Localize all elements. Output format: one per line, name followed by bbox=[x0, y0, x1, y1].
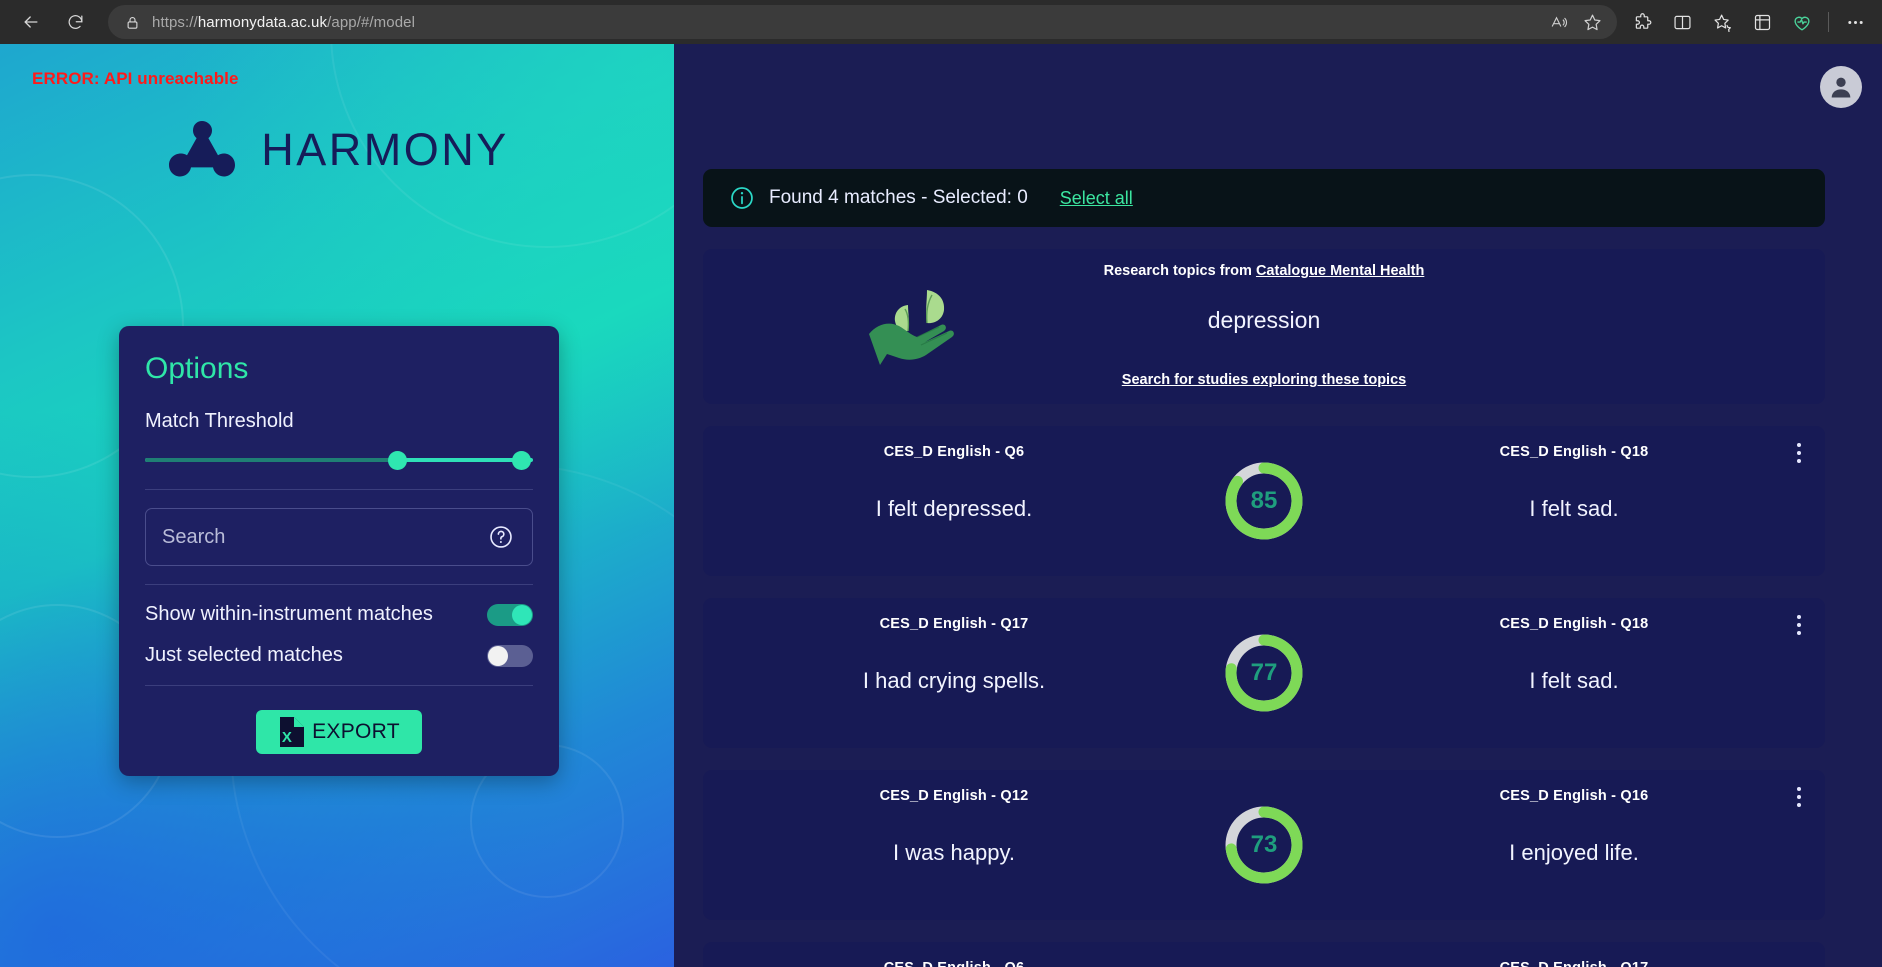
help-circle-icon[interactable] bbox=[486, 522, 516, 552]
star-icon[interactable] bbox=[1577, 7, 1607, 37]
question-id-right: CES_D English - Q18 bbox=[1499, 616, 1649, 632]
export-row: X EXPORT bbox=[145, 704, 533, 754]
match-card[interactable]: CES_D English - Q12 I was happy. 73 CES_… bbox=[703, 770, 1825, 920]
select-all-link[interactable]: Select all bbox=[1060, 188, 1133, 209]
question-id-left: CES_D English - Q12 bbox=[879, 788, 1029, 804]
api-error-message: ERROR: API unreachable bbox=[32, 69, 239, 88]
match-right-column: CES_D English - Q17 bbox=[1359, 942, 1789, 967]
match-score-value: 73 bbox=[1250, 831, 1278, 858]
excel-file-icon: X bbox=[278, 717, 305, 747]
match-card[interactable]: CES_D English - Q6 CES_D English - Q17 bbox=[703, 942, 1825, 967]
card-menu-icon[interactable] bbox=[1787, 440, 1811, 466]
search-studies-link[interactable]: Search for studies exploring these topic… bbox=[703, 372, 1825, 388]
right-panel: Found 4 matches - Selected: 0 Select all… bbox=[674, 44, 1882, 967]
match-left-column: CES_D English - Q12 I was happy. bbox=[739, 770, 1169, 866]
match-left-column: CES_D English - Q6 I felt depressed. bbox=[739, 426, 1169, 522]
toggle-knob bbox=[512, 604, 532, 625]
match-card[interactable]: CES_D English - Q6 I felt depressed. 85 … bbox=[703, 426, 1825, 576]
search-field-wrapper[interactable]: Search bbox=[145, 508, 533, 566]
question-text-left: I was happy. bbox=[893, 840, 1015, 865]
harmony-logo-text: HARMONY bbox=[261, 124, 509, 175]
topic-name: depression bbox=[1207, 307, 1321, 333]
toolbar-divider bbox=[1828, 12, 1829, 32]
toggle-label-within-instrument: Show within-instrument matches bbox=[145, 603, 433, 625]
research-topics-heading-prefix: Research topics from bbox=[1103, 263, 1256, 279]
card-menu-icon[interactable] bbox=[1787, 784, 1811, 810]
toggle-just-selected-matches[interactable] bbox=[487, 644, 533, 667]
search-input[interactable]: Search bbox=[162, 526, 486, 549]
match-score-dial: 85 bbox=[1220, 457, 1308, 545]
research-topics-heading: Research topics from Catalogue Mental He… bbox=[703, 263, 1825, 279]
slider-thumb-upper[interactable] bbox=[512, 451, 532, 470]
svg-text:X: X bbox=[282, 729, 292, 746]
ellipsis-icon[interactable] bbox=[1836, 5, 1874, 39]
slider-filled-range bbox=[145, 458, 398, 462]
match-score-dial: 73 bbox=[1220, 801, 1308, 889]
browser-toolbar: https://harmonydata.ac.uk/app/#/model bbox=[0, 0, 1882, 44]
toggle-row-within-instrument: Show within-instrument matches bbox=[145, 603, 533, 626]
page-content: ERROR: API unreachable HARMONY Options M… bbox=[0, 44, 1882, 967]
browser-essentials-icon[interactable] bbox=[1783, 5, 1821, 39]
match-left-column: CES_D English - Q6 bbox=[739, 942, 1169, 967]
question-id-right: CES_D English - Q16 bbox=[1499, 788, 1649, 804]
question-text-right: I felt sad. bbox=[1529, 668, 1619, 693]
catalogue-mental-health-link[interactable]: Catalogue Mental Health bbox=[1256, 263, 1424, 279]
match-right-column: CES_D English - Q18 I felt sad. bbox=[1359, 426, 1789, 522]
toggle-within-instrument-matches[interactable] bbox=[487, 603, 533, 626]
match-right-column: CES_D English - Q18 I felt sad. bbox=[1359, 598, 1789, 694]
info-icon bbox=[729, 185, 755, 211]
avatar[interactable] bbox=[1820, 66, 1862, 108]
split-screen-icon[interactable] bbox=[1663, 5, 1701, 39]
export-button[interactable]: X EXPORT bbox=[256, 710, 422, 754]
question-id-left: CES_D English - Q17 bbox=[879, 616, 1029, 632]
left-panel: ERROR: API unreachable HARMONY Options M… bbox=[0, 44, 674, 967]
match-threshold-label: Match Threshold bbox=[145, 410, 294, 432]
match-right-column: CES_D English - Q16 I enjoyed life. bbox=[1359, 770, 1789, 866]
address-bar[interactable]: https://harmonydata.ac.uk/app/#/model bbox=[108, 5, 1617, 39]
puzzle-piece-icon[interactable] bbox=[1623, 5, 1661, 39]
question-id-left: CES_D English - Q6 bbox=[739, 960, 1169, 967]
matches-banner: Found 4 matches - Selected: 0 Select all bbox=[703, 169, 1825, 227]
export-button-label: EXPORT bbox=[312, 720, 400, 743]
match-card[interactable]: CES_D English - Q17 I had crying spells.… bbox=[703, 598, 1825, 748]
question-id-right: CES_D English - Q18 bbox=[1499, 444, 1649, 460]
card-menu-icon[interactable] bbox=[1787, 612, 1811, 638]
lock-icon bbox=[122, 12, 142, 32]
divider bbox=[145, 489, 533, 490]
reload-icon[interactable] bbox=[58, 5, 92, 39]
matches-count-text: Found 4 matches - Selected: 0 bbox=[769, 187, 1028, 208]
read-aloud-icon[interactable] bbox=[1543, 7, 1573, 37]
match-score-value: 77 bbox=[1250, 659, 1278, 686]
question-text-left: I felt depressed. bbox=[875, 496, 1033, 521]
match-left-column: CES_D English - Q17 I had crying spells. bbox=[739, 598, 1169, 694]
harmony-logo: HARMONY bbox=[0, 106, 674, 194]
toggle-label-just-selected: Just selected matches bbox=[145, 644, 343, 666]
collections-icon[interactable] bbox=[1743, 5, 1781, 39]
match-score-dial: 77 bbox=[1220, 629, 1308, 717]
harmony-mark-icon bbox=[165, 115, 239, 186]
url-text: https://harmonydata.ac.uk/app/#/model bbox=[152, 13, 416, 31]
browser-tool-icons bbox=[1623, 5, 1874, 39]
match-score-value: 85 bbox=[1250, 487, 1278, 514]
results-area: Found 4 matches - Selected: 0 Select all… bbox=[703, 169, 1825, 967]
question-text-left: I had crying spells. bbox=[862, 668, 1046, 693]
toggle-knob bbox=[488, 645, 508, 666]
question-text-right: I felt sad. bbox=[1529, 496, 1619, 521]
match-threshold-slider[interactable] bbox=[145, 449, 533, 471]
question-text-right: I enjoyed life. bbox=[1509, 840, 1639, 865]
divider bbox=[145, 685, 533, 686]
toggle-row-just-selected: Just selected matches bbox=[145, 644, 533, 667]
divider bbox=[145, 584, 533, 585]
options-panel: Options Match Threshold Search Show with… bbox=[119, 326, 559, 776]
favorites-star-icon[interactable] bbox=[1703, 5, 1741, 39]
back-arrow-icon[interactable] bbox=[14, 5, 48, 39]
options-title: Options bbox=[145, 352, 249, 385]
question-id-right: CES_D English - Q17 bbox=[1359, 960, 1789, 967]
question-id-left: CES_D English - Q6 bbox=[883, 444, 1025, 460]
slider-thumb-lower[interactable] bbox=[388, 451, 408, 470]
research-topics-card: Research topics from Catalogue Mental He… bbox=[703, 249, 1825, 404]
